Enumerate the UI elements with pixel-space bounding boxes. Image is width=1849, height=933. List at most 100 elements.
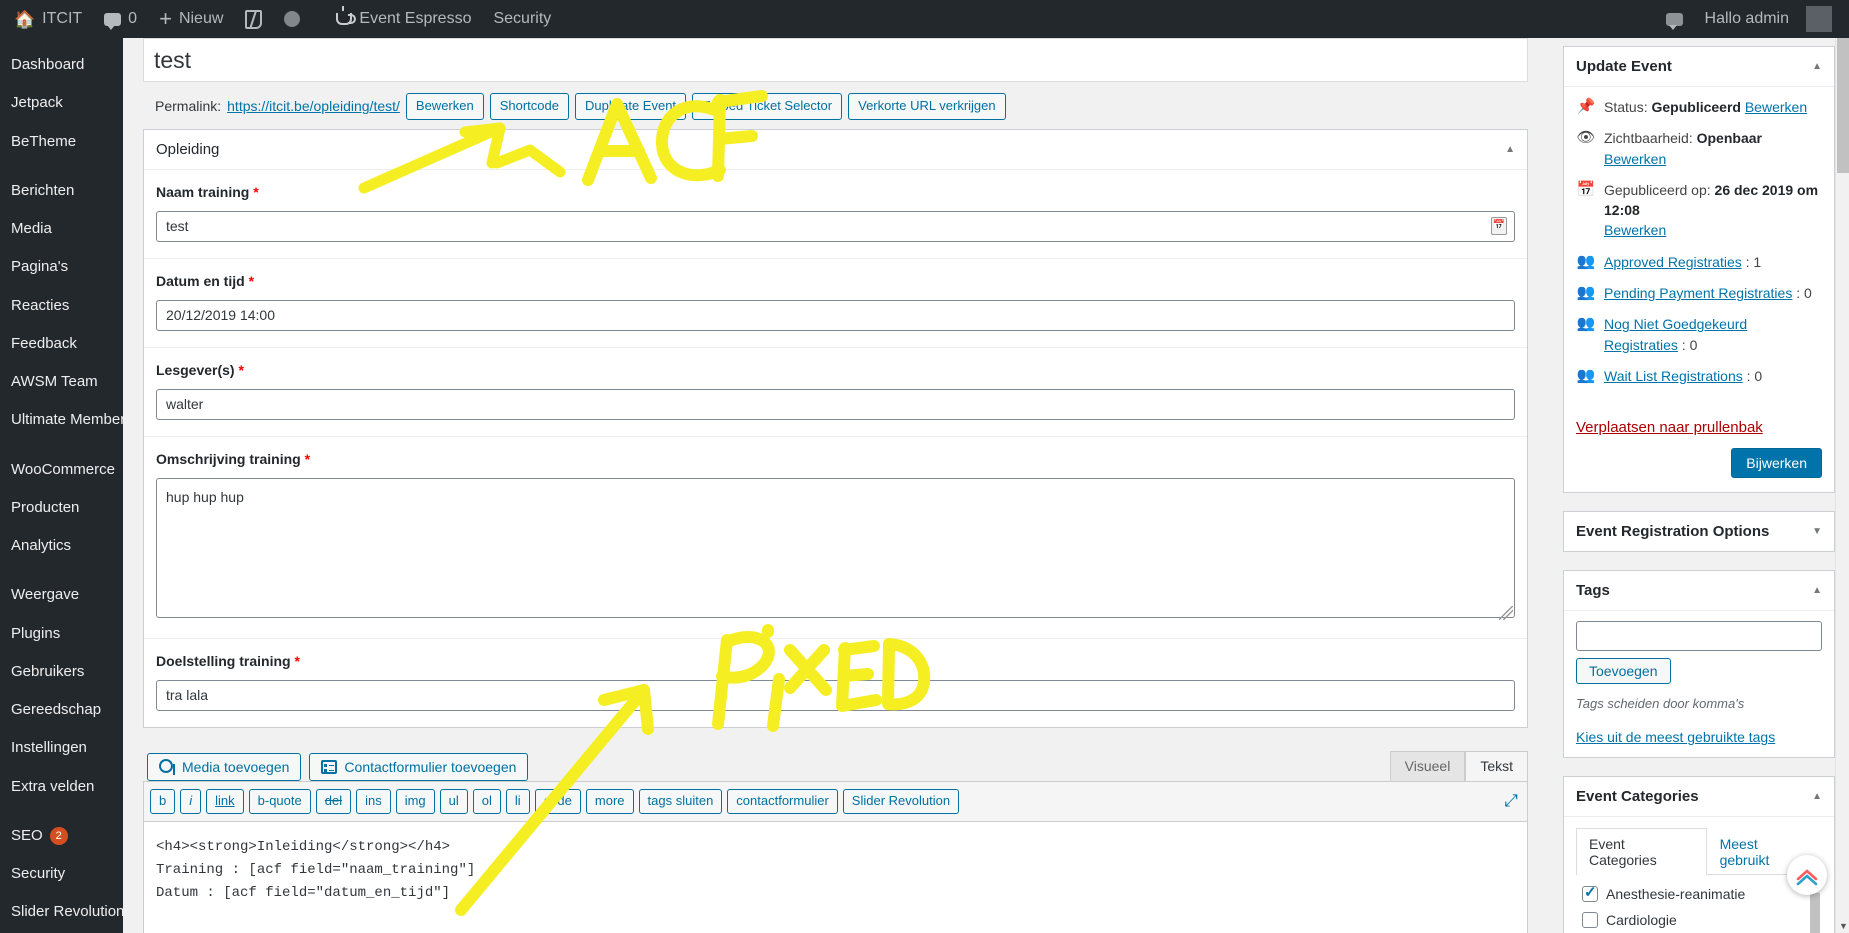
chevron-up-icon[interactable]: ▲ (1505, 144, 1515, 155)
add-media-button[interactable]: Media toevoegen (147, 752, 302, 781)
sidebar-item-weergave[interactable]: Weergave (0, 576, 123, 614)
quicktag-code[interactable]: code (534, 788, 581, 814)
tab-event-categories[interactable]: Event Categories (1576, 828, 1707, 876)
quicktag-contactformulier[interactable]: contactformulier (727, 788, 838, 814)
admin-bar-comments[interactable]: 0 (93, 0, 148, 38)
published-edit-link[interactable]: Bewerken (1604, 222, 1666, 238)
sidebar-item-plugins[interactable]: Plugins (0, 615, 123, 653)
quicktag-slider-revolution[interactable]: Slider Revolution (842, 788, 960, 814)
category-checkbox[interactable] (1582, 883, 1598, 903)
update-button[interactable]: Bijwerken (1731, 448, 1822, 479)
chevron-up-icon[interactable]: ▲ (1812, 585, 1822, 596)
tab-text[interactable]: Tekst (1465, 750, 1528, 781)
sidebar-item-feedback[interactable]: Feedback (0, 325, 123, 363)
scroll-down-icon[interactable]: ▼ (1839, 921, 1848, 931)
sidebar-item-seo[interactable]: SEO 2 (0, 817, 123, 855)
category-checkbox[interactable] (1582, 912, 1598, 929)
admin-bar-notifications[interactable] (1655, 0, 1694, 38)
calendar-icon[interactable]: 📅 (1491, 216, 1507, 235)
duplicate-event-button[interactable]: Duplicate Event (574, 93, 687, 120)
sidebar-item-gebruikers[interactable]: Gebruikers (0, 653, 123, 691)
quicktag-b-quote[interactable]: b-quote (248, 788, 311, 814)
naam-training-input[interactable] (156, 210, 1515, 242)
sidebar-item-ultimate-member[interactable]: Ultimate Member (0, 401, 125, 439)
omschrijving-training-textarea[interactable]: hup hup hup (156, 477, 1515, 618)
event-registration-options-header[interactable]: Event Registration Options ▼ (1564, 512, 1834, 551)
quicktag-ol[interactable]: ol (472, 788, 501, 814)
sidebar-item-awsm-team[interactable]: AWSM Team (0, 363, 123, 401)
sidebar-item-security[interactable]: Security (0, 855, 123, 893)
registration-link[interactable]: Pending Payment Registraties (1604, 285, 1792, 301)
page-scrollbar[interactable]: ▲ ▼ (1835, 38, 1849, 933)
datum-en-tijd-input[interactable] (156, 299, 1515, 331)
quicktag-del[interactable]: del (315, 788, 352, 814)
edit-permalink-button[interactable]: Bewerken (405, 93, 484, 120)
sidebar-item-analytics[interactable]: Analytics (0, 527, 123, 565)
registration-link[interactable]: Wait List Registrations (1604, 368, 1743, 384)
fullscreen-icon[interactable]: ⤢ (1501, 791, 1521, 811)
category-item[interactable]: Cardiologie (1582, 911, 1818, 929)
publish-box-header[interactable]: Update Event ▲ (1564, 47, 1834, 87)
admin-bar-new[interactable]: + Nieuw (148, 0, 234, 38)
shortcode-button[interactable]: Shortcode (489, 93, 569, 120)
sidebar-item-reacties[interactable]: Reacties (0, 287, 123, 325)
visibility-edit-link[interactable]: Bewerken (1604, 151, 1666, 167)
chevron-down-icon[interactable]: ▼ (1812, 526, 1822, 537)
admin-bar-event-espresso[interactable]: Event Espresso (325, 0, 482, 38)
quicktag-tags-sluiten[interactable]: tags sluiten (638, 788, 723, 814)
post-title-input[interactable] (143, 38, 1528, 82)
status-edit-link[interactable]: Bewerken (1745, 99, 1807, 115)
quicktag-img[interactable]: img (395, 788, 435, 814)
choose-popular-tags-link[interactable]: Kies uit de meest gebruikte tags (1576, 729, 1775, 745)
sidebar-item-extra-velden[interactable]: Extra velden (0, 768, 123, 806)
content-code-textarea[interactable]: <h4><strong>Inleiding</strong></h4> Trai… (143, 821, 1528, 933)
chevron-up-icon[interactable]: ▲ (1812, 61, 1822, 72)
admin-bar-status-dot[interactable] (273, 0, 311, 38)
embed-ticket-selector-button[interactable]: Embed Ticket Selector (692, 93, 843, 120)
add-tag-button[interactable]: Toevoegen (1576, 658, 1671, 685)
add-contact-form-button[interactable]: Contactformulier toevoegen (309, 752, 529, 781)
sidebar-item-gereedschap[interactable]: Gereedschap (0, 691, 123, 729)
quicktag-more[interactable]: more (585, 788, 634, 814)
sidebar-item-betheme[interactable]: BeTheme (0, 123, 123, 161)
quicktag-link[interactable]: link (206, 788, 244, 814)
resize-handle[interactable] (1499, 605, 1513, 620)
short-url-button[interactable]: Verkorte URL verkrijgen (848, 93, 1006, 120)
quicktag-ins[interactable]: ins (356, 788, 391, 814)
category-item[interactable]: Anesthesie-reanimatie (1582, 883, 1818, 903)
admin-bar-security[interactable]: Security (482, 0, 562, 38)
sidebar-item-producten[interactable]: Producten (0, 489, 123, 527)
sidebar-item-instellingen[interactable]: Instellingen (0, 729, 123, 767)
sidebar-item-pagina-s[interactable]: Pagina's (0, 248, 123, 286)
field-label: Naam training * (156, 183, 259, 200)
lesgevers-input[interactable] (156, 388, 1515, 420)
registration-link[interactable]: Nog Niet Goedgekeurd Registraties (1604, 316, 1747, 352)
helper-widget-button[interactable] (1787, 855, 1827, 895)
tab-visual[interactable]: Visueel (1389, 750, 1466, 781)
scrollbar-thumb[interactable] (1810, 893, 1820, 933)
chevron-up-icon[interactable]: ▲ (1812, 791, 1822, 802)
sidebar-item-berichten[interactable]: Berichten (0, 172, 123, 210)
admin-bar-site-link[interactable]: 🏠 ITCIT (0, 0, 93, 38)
tags-input[interactable] (1576, 621, 1822, 652)
quicktag-i[interactable]: i (180, 788, 202, 814)
admin-bar-account[interactable]: Hallo admin (1694, 0, 1849, 38)
event-categories-header[interactable]: Event Categories ▲ (1564, 777, 1834, 818)
quicktag-b[interactable]: b (150, 788, 176, 814)
acf-panel-header[interactable]: Opleiding ▲ (144, 130, 1527, 170)
admin-bar-yoast[interactable] (234, 0, 273, 38)
sidebar-item-media[interactable]: Media (0, 210, 123, 248)
sidebar-item-slider-revolution[interactable]: Slider Revolution (0, 893, 124, 931)
sidebar-item-woocommerce[interactable]: WooCommerce (0, 451, 123, 489)
sidebar-item-dashboard[interactable]: Dashboard (0, 46, 123, 84)
sidebar-item-jetpack[interactable]: Jetpack (0, 84, 123, 122)
trash-link[interactable]: Verplaatsen naar prullenbak (1576, 419, 1763, 436)
quicktag-ul[interactable]: ul (439, 788, 468, 814)
registration-link[interactable]: Approved Registraties (1604, 254, 1742, 270)
quicktag-li[interactable]: li (505, 788, 530, 814)
page-scrollbar-thumb[interactable] (1837, 38, 1849, 173)
tags-box-header[interactable]: Tags ▲ (1564, 571, 1834, 612)
permalink-url[interactable]: https://itcit.be/opleiding/test/ (227, 98, 400, 114)
doelstelling-training-input[interactable] (156, 679, 1515, 711)
tags-box-body: Toevoegen Tags scheiden door komma's Kie… (1564, 611, 1834, 757)
